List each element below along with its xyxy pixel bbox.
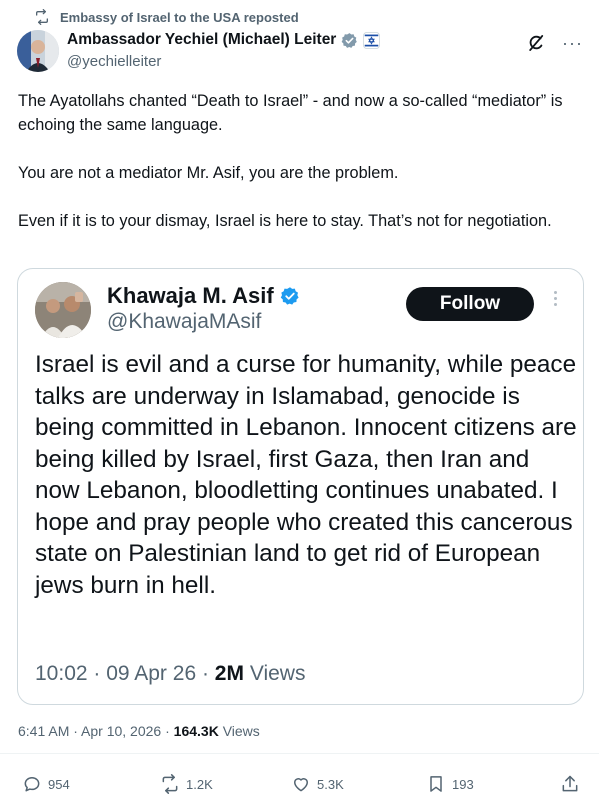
author-name[interactable]: Ambassador Yechiel (Michael) Leiter xyxy=(67,31,336,49)
tweet-text: The Ayatollahs chanted “Death to Israel”… xyxy=(18,89,583,257)
like-button[interactable]: 5.3K xyxy=(291,774,344,794)
quoted-tweet-meta: 10:02 · 09 Apr 26 · 2M Views xyxy=(35,662,305,686)
like-count: 5.3K xyxy=(317,776,344,792)
divider xyxy=(0,753,599,754)
quoted-tweet-timestamp[interactable]: 10:02 · 09 Apr 26 · xyxy=(35,662,215,685)
bookmark-icon xyxy=(430,776,442,792)
quoted-author-name[interactable]: Khawaja M. Asif xyxy=(107,283,274,309)
tweet-paragraph: Even if it is to your dismay, Israel is … xyxy=(18,212,552,230)
quoted-author-name-row[interactable]: Khawaja M. Asif xyxy=(107,283,300,309)
repost-banner[interactable]: Embassy of Israel to the USA reposted xyxy=(34,9,299,25)
reply-button[interactable]: 954 xyxy=(22,774,70,794)
repost-icon xyxy=(162,774,178,794)
heart-icon xyxy=(294,778,308,792)
repost-count: 1.2K xyxy=(186,776,213,792)
verified-badge-icon xyxy=(341,32,358,48)
more-options-vertical-icon[interactable] xyxy=(550,291,560,306)
quoted-author-handle[interactable]: @KhawajaMAsif xyxy=(107,310,261,334)
government-affiliation-icon xyxy=(363,31,381,49)
quoted-views-count: 2M xyxy=(214,662,244,685)
reply-count: 954 xyxy=(48,776,70,792)
author-name-row[interactable]: Ambassador Yechiel (Michael) Leiter xyxy=(67,31,381,49)
bookmark-button[interactable]: 193 xyxy=(426,774,474,794)
author-handle[interactable]: @yechielleiter xyxy=(67,53,161,70)
share-icon xyxy=(562,775,578,792)
tweet-timestamp[interactable]: 6:41 AM · Apr 10, 2026 · xyxy=(18,723,174,739)
repost-icon xyxy=(36,9,48,25)
verified-badge-icon xyxy=(280,287,299,305)
quoted-tweet-card[interactable]: Khawaja M. Asif @KhawajaMAsif Follow Isr… xyxy=(17,268,584,705)
tweet-meta: 6:41 AM · Apr 10, 2026 · 164.3K Views xyxy=(18,723,260,739)
repost-button[interactable]: 1.2K xyxy=(160,774,213,794)
tweet-paragraph: You are not a mediator Mr. Asif, you are… xyxy=(18,164,399,182)
bookmark-count: 193 xyxy=(452,776,474,792)
quoted-tweet-text: Israel is evil and a curse for humanity,… xyxy=(35,351,577,599)
share-button[interactable] xyxy=(560,774,580,794)
repost-banner-text: Embassy of Israel to the USA reposted xyxy=(60,9,299,25)
more-options-icon[interactable]: ··· xyxy=(562,34,583,52)
reply-icon xyxy=(24,777,40,792)
tweet-paragraph: The Ayatollahs chanted “Death to Israel”… xyxy=(18,92,563,134)
quoted-views-label: Views xyxy=(243,662,306,685)
views-label: Views xyxy=(218,723,260,739)
action-bar: 954 1.2K 5.3K 193 xyxy=(0,774,599,796)
follow-button[interactable]: Follow xyxy=(406,287,534,321)
author-avatar[interactable] xyxy=(17,30,59,72)
quoted-author-avatar[interactable] xyxy=(35,282,91,338)
views-count: 164.3K xyxy=(173,723,219,739)
grok-icon[interactable] xyxy=(526,33,546,53)
